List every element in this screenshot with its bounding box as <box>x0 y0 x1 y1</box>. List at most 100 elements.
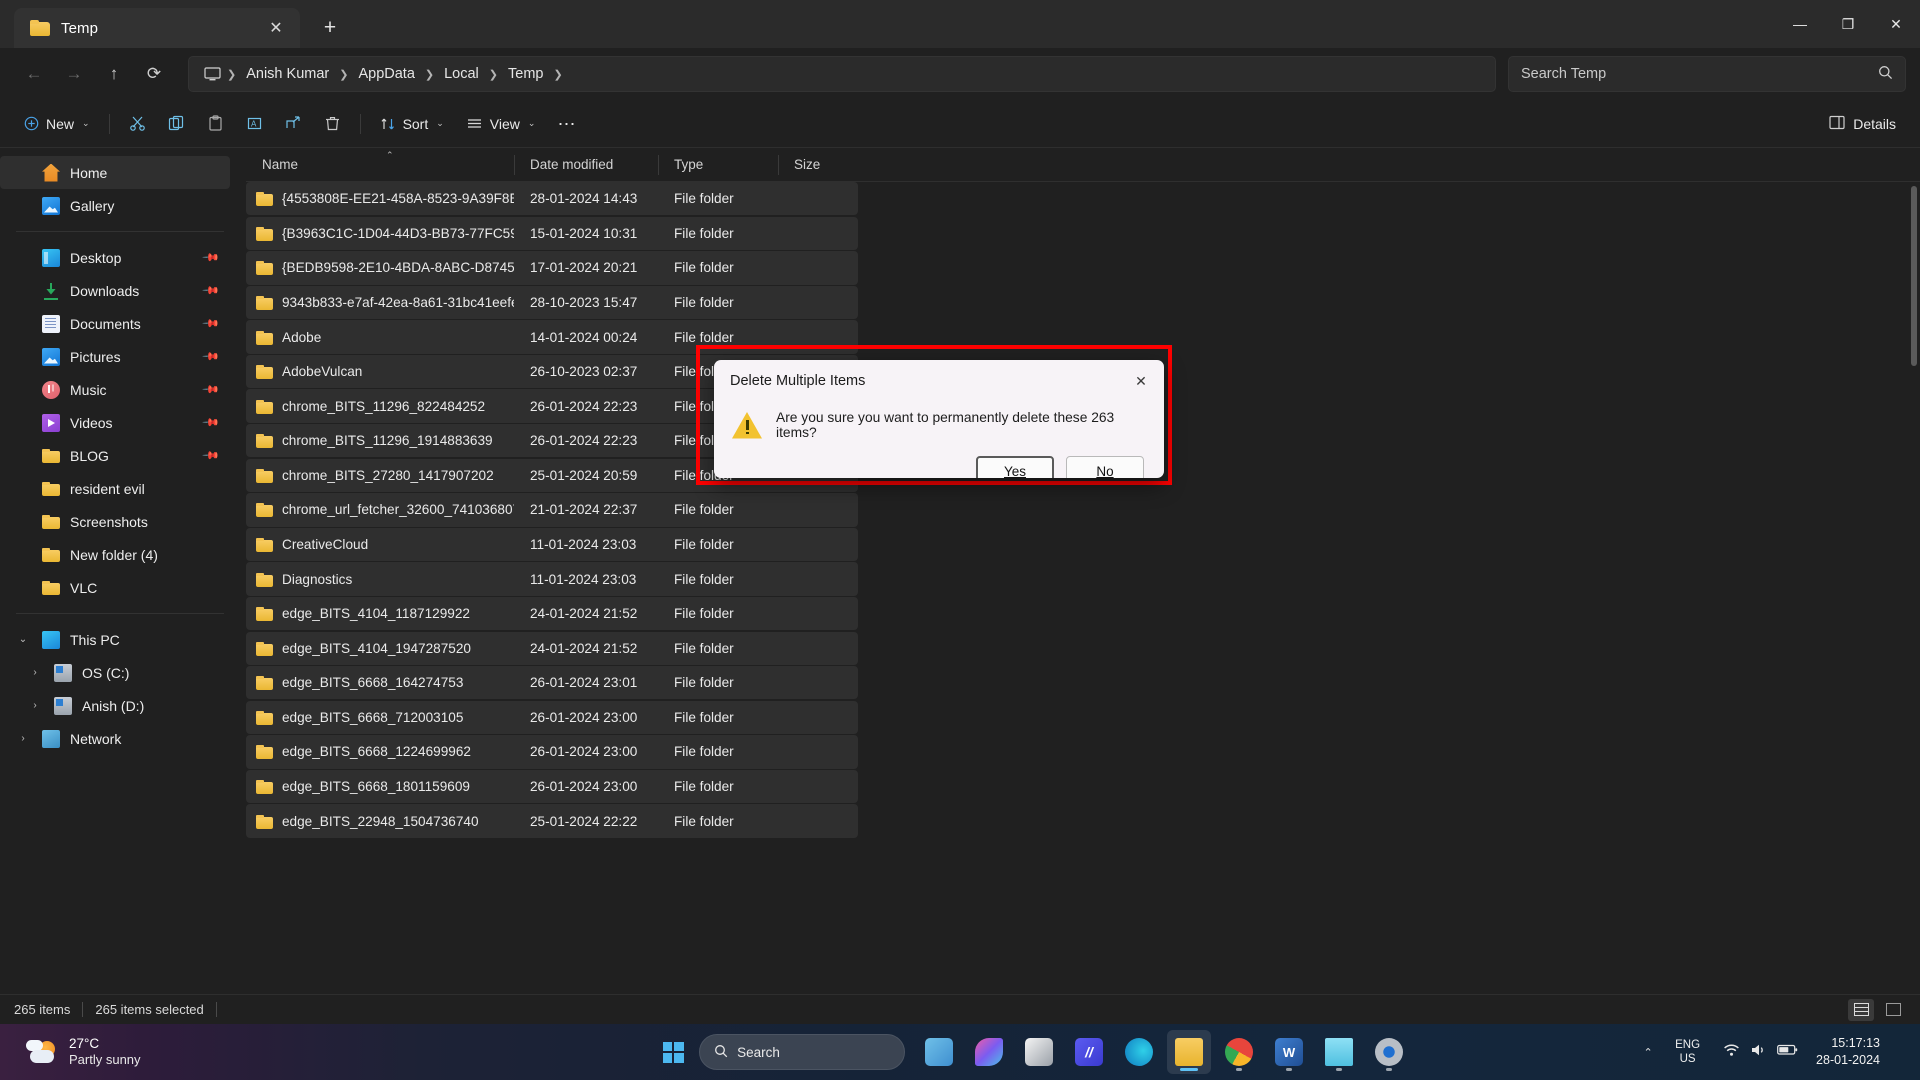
chevron-down-icon[interactable]: ⌄ <box>14 634 32 645</box>
delete-button[interactable] <box>314 106 351 142</box>
rename-button[interactable]: A <box>236 106 273 142</box>
table-row[interactable]: {BEDB9598-2E10-4BDA-8ABC-D874552… 17-01-2… <box>246 251 858 285</box>
chevron-right-icon[interactable]: › <box>26 667 44 678</box>
table-row[interactable]: {4553808E-EE21-458A-8523-9A39F8E726… 28-0… <box>246 182 858 216</box>
settings-icon[interactable] <box>1367 1030 1411 1074</box>
breadcrumb-local[interactable]: Local <box>436 62 487 86</box>
column-header-name[interactable]: Name ⌃ <box>246 148 514 182</box>
details-pane-button[interactable]: Details <box>1819 106 1906 142</box>
taskbar-search-box[interactable]: Search <box>699 1034 906 1070</box>
sidebar-item-documents[interactable]: Documents 📌 <box>0 307 230 340</box>
breadcrumb-appdata[interactable]: AppData <box>350 62 422 86</box>
sidebar-item-resident-evil[interactable]: resident evil <box>0 472 230 505</box>
table-row[interactable]: CreativeCloud 11-01-2024 23:03 File folder <box>246 527 858 562</box>
sort-button[interactable]: Sort ⌄ <box>370 106 454 142</box>
sidebar-item-os-c[interactable]: › OS (C:) <box>0 656 230 689</box>
large-icons-view-toggle[interactable] <box>1880 999 1906 1021</box>
new-button[interactable]: New ⌄ <box>14 106 100 142</box>
close-icon[interactable]: ✕ <box>1126 368 1156 394</box>
pin-icon[interactable]: 📌 <box>202 446 221 465</box>
scrollbar-thumb[interactable] <box>1911 186 1917 366</box>
notification-center-button[interactable] <box>1896 1035 1908 1069</box>
show-hidden-icons-button[interactable]: ⌃ <box>1634 1035 1662 1069</box>
breadcrumb[interactable]: ❯ Anish Kumar ❯ AppData ❯ Local ❯ Temp ❯ <box>188 56 1496 92</box>
sidebar-item-pictures[interactable]: Pictures 📌 <box>0 340 230 373</box>
notepad-icon[interactable] <box>1317 1030 1361 1074</box>
ia-writer-icon[interactable]: // <box>1067 1030 1111 1074</box>
table-row[interactable]: chrome_url_fetcher_32600_741036807 21-01-… <box>246 493 858 527</box>
microsoft-word-icon[interactable]: W <box>1267 1030 1311 1074</box>
back-button[interactable]: ← <box>14 56 54 92</box>
sidebar-item-downloads[interactable]: Downloads 📌 <box>0 274 230 307</box>
close-tab-icon[interactable]: ✕ <box>262 14 290 42</box>
table-row[interactable]: edge_BITS_4104_1947287520 24-01-2024 21:5… <box>246 631 858 665</box>
column-header-type[interactable]: Type <box>658 148 778 182</box>
sidebar-item-home[interactable]: Home <box>0 156 230 189</box>
sidebar-item-gallery[interactable]: Gallery <box>0 189 230 222</box>
more-options-button[interactable]: ⋯ <box>547 106 586 142</box>
sidebar-item-blog[interactable]: BLOG 📌 <box>0 439 230 472</box>
table-row[interactable]: Diagnostics 11-01-2024 23:03 File folder <box>246 562 858 596</box>
share-button[interactable] <box>275 106 312 142</box>
pin-icon[interactable]: 📌 <box>202 413 221 432</box>
table-row[interactable]: 9343b833-e7af-42ea-8a61-31bc41eefe2b 28-1… <box>246 285 858 320</box>
sidebar-item-network[interactable]: › Network <box>0 722 230 755</box>
forward-button[interactable]: → <box>54 56 94 92</box>
minimize-button[interactable]: — <box>1776 0 1824 48</box>
close-window-button[interactable]: ✕ <box>1872 0 1920 48</box>
weather-widget[interactable]: 27°C Partly sunny <box>0 1035 430 1069</box>
chevron-right-icon[interactable]: › <box>14 733 32 744</box>
sidebar-item-new-folder-4[interactable]: New folder (4) <box>0 538 230 571</box>
table-row[interactable]: edge_BITS_6668_1224699962 26-01-2024 23:0… <box>246 735 858 769</box>
table-row[interactable]: edge_BITS_6668_164274753 26-01-2024 23:01… <box>246 666 858 700</box>
chevron-right-icon[interactable]: › <box>26 700 44 711</box>
copy-button[interactable] <box>158 106 195 142</box>
this-pc-icon[interactable] <box>199 63 225 85</box>
language-indicator[interactable]: ENG US <box>1666 1032 1709 1072</box>
sidebar-item-desktop[interactable]: Desktop 📌 <box>0 241 230 274</box>
table-row[interactable]: edge_BITS_6668_712003105 26-01-2024 23:00… <box>246 700 858 735</box>
table-row[interactable]: {B3963C1C-1D04-44D3-BB73-77FC599C2… 15-01… <box>246 216 858 250</box>
vertical-scrollbar[interactable] <box>1909 184 1917 990</box>
widgets-maps-icon[interactable] <box>917 1030 961 1074</box>
no-button[interactable]: No <box>1066 456 1144 478</box>
table-row[interactable]: edge_BITS_22948_1504736740 25-01-2024 22:… <box>246 804 858 838</box>
breadcrumb-anish-kumar[interactable]: Anish Kumar <box>238 62 337 86</box>
yes-button[interactable]: Yes <box>976 456 1054 478</box>
clock[interactable]: 15:17:13 28-01-2024 <box>1812 1035 1892 1069</box>
search-input[interactable]: Search Temp <box>1508 56 1906 92</box>
start-button[interactable] <box>653 1032 693 1072</box>
sidebar-item-videos[interactable]: Videos 📌 <box>0 406 230 439</box>
file-manager-icon[interactable] <box>1017 1030 1061 1074</box>
pin-icon[interactable]: 📌 <box>202 314 221 333</box>
google-chrome-icon[interactable] <box>1217 1030 1261 1074</box>
refresh-button[interactable]: ⟳ <box>134 56 174 92</box>
sidebar-item-screenshots[interactable]: Screenshots <box>0 505 230 538</box>
column-header-date-modified[interactable]: Date modified <box>514 148 658 182</box>
cut-button[interactable] <box>119 106 156 142</box>
pin-icon[interactable]: 📌 <box>202 248 221 267</box>
quick-settings-button[interactable] <box>1713 1032 1808 1072</box>
table-row[interactable]: edge_BITS_4104_1187129922 24-01-2024 21:5… <box>246 596 858 631</box>
pin-icon[interactable]: 📌 <box>202 281 221 300</box>
sidebar-item-music[interactable]: Music 📌 <box>0 373 230 406</box>
paste-button[interactable] <box>197 106 234 142</box>
maximize-button[interactable]: ❐ <box>1824 0 1872 48</box>
table-row[interactable]: edge_BITS_6668_1801159609 26-01-2024 23:0… <box>246 769 858 804</box>
view-button[interactable]: View ⌄ <box>456 106 546 142</box>
tab-temp[interactable]: Temp ✕ <box>14 8 300 48</box>
column-header-size[interactable]: Size <box>778 148 858 182</box>
copilot-pre-icon[interactable] <box>967 1030 1011 1074</box>
sidebar-item-this-pc[interactable]: ⌄ This PC <box>0 623 230 656</box>
breadcrumb-temp[interactable]: Temp <box>500 62 551 86</box>
sidebar-item-anish-d[interactable]: › Anish (D:) <box>0 689 230 722</box>
sidebar-item-vlc[interactable]: VLC <box>0 571 230 604</box>
microsoft-edge-icon[interactable] <box>1117 1030 1161 1074</box>
details-view-toggle[interactable] <box>1848 998 1874 1021</box>
pin-icon[interactable]: 📌 <box>202 380 221 399</box>
file-explorer-icon[interactable] <box>1167 1030 1212 1074</box>
up-button[interactable]: ↑ <box>94 56 134 92</box>
search-icon[interactable] <box>1878 65 1893 84</box>
pin-icon[interactable]: 📌 <box>202 347 221 366</box>
new-tab-button[interactable]: + <box>312 11 348 45</box>
